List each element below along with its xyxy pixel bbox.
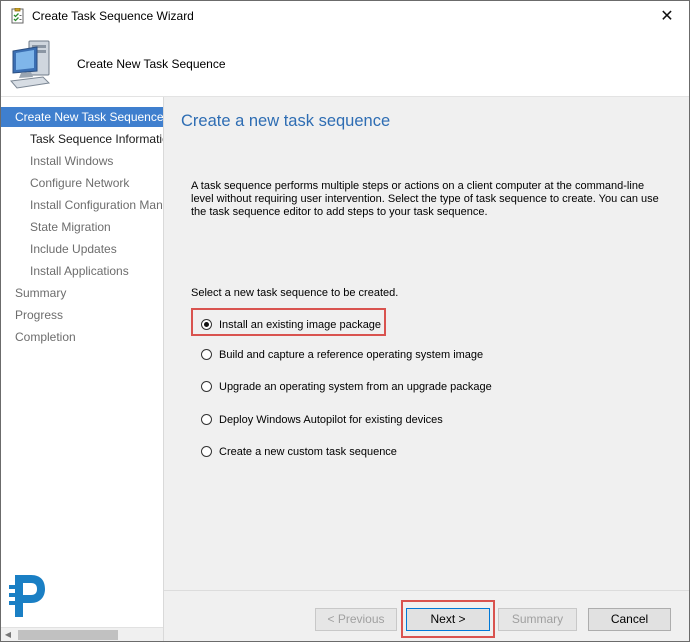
radio-selected-dot	[204, 322, 209, 327]
sidebar-item-state-migration[interactable]: State Migration	[30, 217, 163, 237]
task-sequence-icon	[11, 8, 24, 24]
brand-logo-icon	[9, 575, 45, 617]
radio-button[interactable]	[201, 414, 212, 425]
cancel-button[interactable]: Cancel	[588, 608, 671, 631]
sidebar-item-completion[interactable]: Completion	[15, 327, 163, 347]
wizard-window: Create Task Sequence Wizard ✕ Create New…	[0, 0, 690, 642]
sidebar-item-task-sequence-information[interactable]: Task Sequence Information	[30, 129, 163, 149]
header-title: Create New Task Sequence	[77, 57, 226, 71]
sidebar-horizontal-scrollbar[interactable]: ◀	[1, 627, 163, 641]
option-label[interactable]: Deploy Windows Autopilot for existing de…	[219, 413, 443, 427]
summary-button[interactable]: Summary	[498, 608, 577, 631]
selection-prompt: Select a new task sequence to be created…	[191, 287, 399, 299]
option-label[interactable]: Upgrade an operating system from an upgr…	[219, 380, 492, 394]
title-bar: Create Task Sequence Wizard ✕	[1, 1, 689, 31]
sidebar-item-install-configuration-manager[interactable]: Install Configuration Manager	[30, 195, 163, 215]
previous-button[interactable]: < Previous	[315, 608, 397, 631]
close-icon: ✕	[660, 6, 674, 25]
wizard-header: Create New Task Sequence	[1, 31, 689, 97]
radio-button[interactable]	[201, 319, 212, 330]
sidebar-item-summary[interactable]: Summary	[15, 283, 163, 303]
sidebar-item-install-applications[interactable]: Install Applications	[30, 261, 163, 281]
computer-icon	[10, 40, 51, 89]
wizard-sidebar: Create New Task Sequence Task Sequence I…	[1, 97, 164, 641]
sidebar-item-install-windows[interactable]: Install Windows	[30, 151, 163, 171]
sidebar-item-create-new-task-sequence[interactable]: Create New Task Sequence	[1, 107, 163, 127]
wizard-content: Create a new task sequence A task sequen…	[164, 97, 689, 641]
option-label[interactable]: Install an existing image package	[219, 318, 381, 332]
next-button[interactable]: Next >	[406, 608, 490, 631]
page-title: Create a new task sequence	[181, 112, 391, 130]
window-title: Create Task Sequence Wizard	[32, 9, 194, 23]
description-text: A task sequence performs multiple steps …	[191, 180, 659, 218]
option-label[interactable]: Create a new custom task sequence	[219, 445, 397, 459]
close-button[interactable]: ✕	[657, 6, 677, 26]
scrollbar-thumb[interactable]	[18, 630, 118, 640]
sidebar-item-include-updates[interactable]: Include Updates	[30, 239, 163, 259]
footer-divider	[164, 590, 689, 591]
radio-button[interactable]	[201, 446, 212, 457]
option-label[interactable]: Build and capture a reference operating …	[219, 348, 483, 362]
scroll-left-icon[interactable]: ◀	[1, 628, 15, 641]
sidebar-item-configure-network[interactable]: Configure Network	[30, 173, 163, 193]
radio-button[interactable]	[201, 381, 212, 392]
radio-button[interactable]	[201, 349, 212, 360]
sidebar-item-progress[interactable]: Progress	[15, 305, 163, 325]
